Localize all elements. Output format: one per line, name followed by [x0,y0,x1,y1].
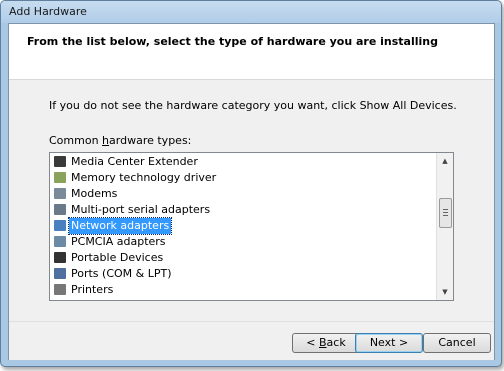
back-button-pre: < [306,336,319,349]
network-adapter-icon [54,220,66,231]
back-button-accesskey: B [319,336,327,349]
serial-adapter-icon [54,204,66,215]
cancel-button[interactable]: Cancel [423,333,491,353]
title-bar[interactable]: Add Hardware [1,1,501,23]
scroll-down-arrow-icon[interactable]: ▼ [437,284,453,300]
wizard-header: From the list below, select the type of … [9,24,494,80]
next-button[interactable]: Next > [355,333,423,353]
modem-icon [54,188,66,199]
back-button-post: ack [326,336,346,349]
hardware-types-list[interactable]: Media Center Extender Memory technology … [49,152,454,301]
info-text: If you do not see the hardware category … [49,99,457,112]
hardware-types-label: Common hardware types: [49,134,191,147]
portable-device-icon [54,252,66,263]
hardware-types-label-pre: Common [49,134,103,147]
list-item-label: Modems [71,187,118,200]
back-button[interactable]: < Back [292,333,360,353]
list-item-label: PCMCIA adapters [71,235,166,248]
pcmcia-adapter-icon [54,236,66,247]
hardware-types-label-post: ardware types: [109,134,192,147]
list-item-label: Ports (COM & LPT) [71,267,172,280]
list-item-label: Media Center Extender [71,155,198,168]
add-hardware-window: Add Hardware From the list below, select… [0,0,502,367]
list-item-label: Portable Devices [71,251,164,264]
window-title: Add Hardware [9,5,87,18]
wizard-footer: < Back Next > Cancel [9,321,494,360]
port-icon [54,268,66,279]
scroll-up-arrow-icon[interactable]: ▲ [437,153,453,169]
wizard-body: If you do not see the hardware category … [9,80,494,320]
list-item-label: Memory technology driver [71,171,217,184]
wizard-header-text: From the list below, select the type of … [27,35,438,48]
list-item-label: Printers [71,283,114,296]
printer-icon [54,284,66,295]
wizard-client-area: From the list below, select the type of … [8,23,495,360]
list-item-label: Network adapters [67,217,173,235]
scrollbar-thumb[interactable] [439,198,452,228]
list-item-label: Multi-port serial adapters [71,203,211,216]
memory-driver-icon [54,172,66,183]
media-center-extender-icon [54,156,66,167]
hardware-types-label-accesskey: h [102,134,110,147]
list-scrollbar[interactable]: ▲ ▼ [436,153,453,300]
